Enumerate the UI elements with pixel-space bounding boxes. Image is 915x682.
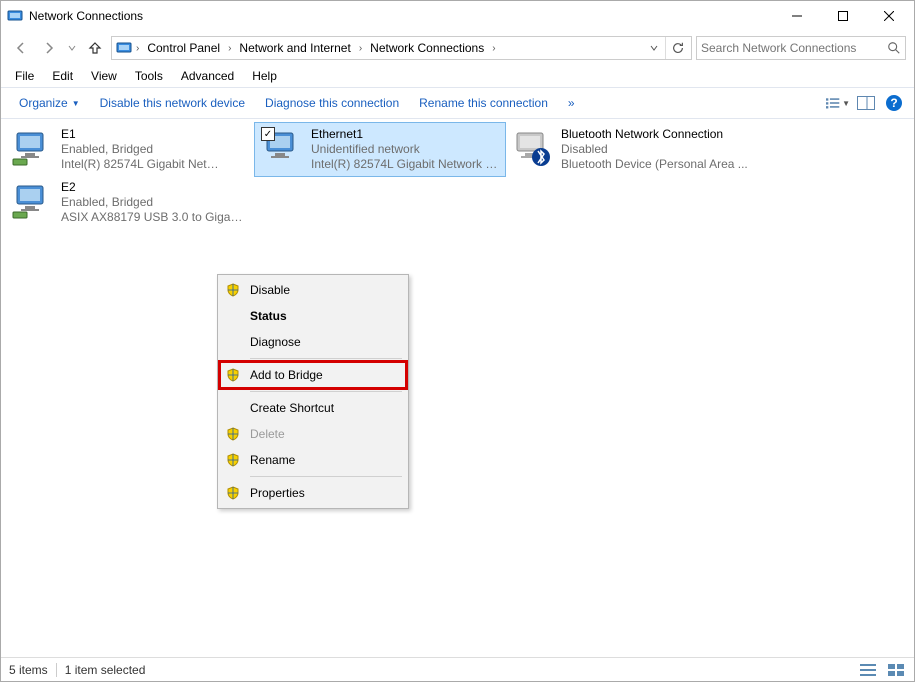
preview-pane-button[interactable] [854,91,878,115]
status-selection: 1 item selected [65,663,146,677]
search-icon[interactable] [887,41,901,55]
chevron-right-icon[interactable]: › [490,43,497,54]
shield-icon [224,425,242,443]
connection-status: Disabled [561,142,748,157]
minimize-button[interactable] [774,2,820,30]
connection-device: Intel(R) 82574L Gigabit Net… [61,157,219,172]
chevron-right-icon[interactable]: › [134,43,141,54]
organize-button[interactable]: Organize▼ [9,92,90,114]
shield-icon [224,451,242,469]
ctx-add-to-bridge[interactable]: Add to Bridge [220,362,406,388]
shield-icon [224,281,242,299]
connection-name: E1 [61,127,219,142]
connection-name: Ethernet1 [311,127,499,142]
content-area: E1 Enabled, Bridged Intel(R) 82574L Giga… [1,119,914,657]
recent-dropdown[interactable] [65,36,79,60]
separator [250,391,402,392]
search-box[interactable] [696,36,906,60]
connection-item[interactable]: Bluetooth Network Connection Disabled Bl… [505,123,755,176]
menu-file[interactable]: File [7,67,42,85]
window-controls [774,2,912,30]
connection-device: Intel(R) 82574L Gigabit Network C... [311,157,499,172]
address-bar[interactable]: › Control Panel › Network and Internet ›… [111,36,692,60]
menu-advanced[interactable]: Advanced [173,67,242,85]
caret-down-icon: ▼ [72,99,80,108]
window-title: Network Connections [29,9,774,23]
details-view-button[interactable] [858,662,878,678]
navigation-bar: › Control Panel › Network and Internet ›… [1,31,914,65]
app-icon [7,8,23,24]
menu-view[interactable]: View [83,67,125,85]
close-button[interactable] [866,2,912,30]
shield-icon [224,484,242,502]
ctx-delete: Delete [220,421,406,447]
menu-tools[interactable]: Tools [127,67,171,85]
menu-help[interactable]: Help [244,67,285,85]
rename-button[interactable]: Rename this connection [409,92,558,114]
ethernet-icon: ✓ [261,127,303,169]
ctx-status[interactable]: Status [220,303,406,329]
connection-status: Enabled, Bridged [61,142,219,157]
title-bar: Network Connections [1,1,914,31]
search-input[interactable] [701,41,887,55]
large-icons-view-button[interactable] [886,662,906,678]
status-count: 5 items [9,663,48,677]
diagnose-button[interactable]: Diagnose this connection [255,92,409,114]
connection-item[interactable]: ✓ Ethernet1 Unidentified network Intel(R… [255,123,505,176]
disable-device-button[interactable]: Disable this network device [90,92,255,114]
ctx-diagnose[interactable]: Diagnose [220,329,406,355]
breadcrumb[interactable]: Network Connections [366,39,488,57]
ctx-create-shortcut[interactable]: Create Shortcut [220,395,406,421]
menu-edit[interactable]: Edit [44,67,81,85]
connection-name: E2 [61,180,249,195]
breadcrumb[interactable]: Network and Internet [235,39,354,57]
chevron-right-icon[interactable]: › [226,43,233,54]
refresh-button[interactable] [665,37,689,59]
connection-status: Unidentified network [311,142,499,157]
chevron-right-icon[interactable]: › [357,43,364,54]
address-dropdown[interactable] [645,37,663,59]
connection-status: Enabled, Bridged [61,195,249,210]
ctx-disable[interactable]: Disable [220,277,406,303]
overflow-button[interactable]: » [558,92,585,114]
connection-device: ASIX AX88179 USB 3.0 to Gigabit Network … [61,210,249,225]
checkbox-checked-icon[interactable]: ✓ [261,127,275,141]
context-menu: Disable Status Diagnose Add to Bridge Cr… [217,274,409,509]
location-icon [116,40,132,56]
forward-button[interactable] [37,36,61,60]
maximize-button[interactable] [820,2,866,30]
view-options-button[interactable]: ▼ [826,91,850,115]
connection-item[interactable]: E1 Enabled, Bridged Intel(R) 82574L Giga… [5,123,255,176]
shield-icon [224,366,242,384]
help-button[interactable]: ? [882,91,906,115]
back-button[interactable] [9,36,33,60]
menu-bar: File Edit View Tools Advanced Help [1,65,914,87]
connection-item[interactable]: E2 Enabled, Bridged ASIX AX88179 USB 3.0… [5,176,255,229]
connection-device: Bluetooth Device (Personal Area ... [561,157,748,172]
separator [56,663,57,677]
ethernet-icon [11,180,53,222]
bluetooth-icon [511,127,553,169]
ctx-properties[interactable]: Properties [220,480,406,506]
connection-name: Bluetooth Network Connection [561,127,748,142]
separator [250,476,402,477]
ctx-rename[interactable]: Rename [220,447,406,473]
status-bar: 5 items 1 item selected [1,657,914,681]
ethernet-icon [11,127,53,169]
breadcrumb[interactable]: Control Panel [143,39,224,57]
up-button[interactable] [83,36,107,60]
svg-text:?: ? [890,96,897,110]
separator [250,358,402,359]
command-bar: Organize▼ Disable this network device Di… [1,87,914,119]
